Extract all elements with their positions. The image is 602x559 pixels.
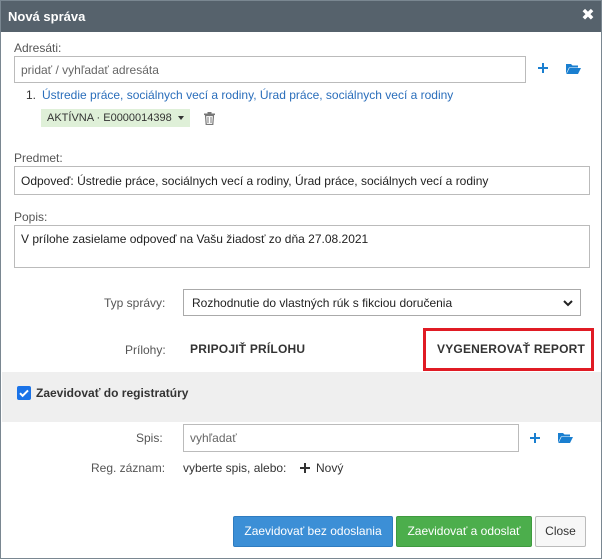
close-button[interactable]: Close xyxy=(535,516,586,547)
close-icon[interactable]: ✖ xyxy=(581,6,595,26)
dialog-titlebar: Nová správa ✖ xyxy=(1,1,601,32)
plus-icon[interactable] xyxy=(300,462,310,476)
recipient-search-input[interactable] xyxy=(14,56,526,83)
chevron-down-icon xyxy=(562,297,574,309)
register-without-send-button[interactable]: Zaevidovať bez odoslania xyxy=(233,516,393,547)
add-recipient-icon[interactable] xyxy=(537,62,549,77)
message-type-value: Rozhodnutie do vlastných rúk s fikciou d… xyxy=(192,296,453,310)
recipient-index: 1. xyxy=(26,88,37,102)
message-type-select[interactable]: Rozhodnutie do vlastných rúk s fikciou d… xyxy=(183,289,581,316)
register-and-send-button[interactable]: Zaevidovať a odoslať xyxy=(396,516,532,547)
recipient-name-link[interactable]: Ústredie práce, sociálnych vecí a rodiny… xyxy=(42,88,453,102)
description-label: Popis: xyxy=(14,210,48,224)
attachments-label: Prílohy: xyxy=(125,343,166,357)
subject-label: Predmet: xyxy=(14,151,63,165)
recipient-status-dropdown[interactable]: AKTÍVNA · E0000014398 xyxy=(41,109,190,127)
subject-input[interactable] xyxy=(14,166,590,195)
record-hint: vyberte spis, alebo: xyxy=(183,461,287,475)
message-type-label: Typ správy: xyxy=(104,296,166,310)
file-label: Spis: xyxy=(136,431,163,445)
new-message-dialog: Nová správa ✖ Adresáti: 1. Ústredie prác… xyxy=(0,0,602,559)
record-label: Reg. záznam: xyxy=(91,461,166,475)
recipient-status-text: AKTÍVNA · E0000014398 xyxy=(47,112,172,124)
description-textarea[interactable]: V prílohe zasielame odpoveď na Vašu žiad… xyxy=(14,225,590,268)
add-file-icon[interactable] xyxy=(529,432,541,447)
folder-open-icon[interactable] xyxy=(558,432,573,447)
trash-icon[interactable] xyxy=(204,112,215,128)
recipients-label: Adresáti: xyxy=(14,41,62,55)
dialog-title: Nová správa xyxy=(8,9,86,24)
register-checkbox-label[interactable]: Zaevidovať do registratúry xyxy=(36,386,188,400)
folder-open-icon[interactable] xyxy=(566,63,581,78)
file-search-input[interactable] xyxy=(183,424,519,452)
register-checkbox[interactable] xyxy=(17,386,31,400)
new-record-link[interactable]: Nový xyxy=(316,461,343,475)
attach-file-button[interactable]: PRIPOJIŤ PRÍLOHU xyxy=(190,342,305,356)
report-highlight-box xyxy=(423,328,594,371)
caret-down-icon xyxy=(178,116,184,120)
